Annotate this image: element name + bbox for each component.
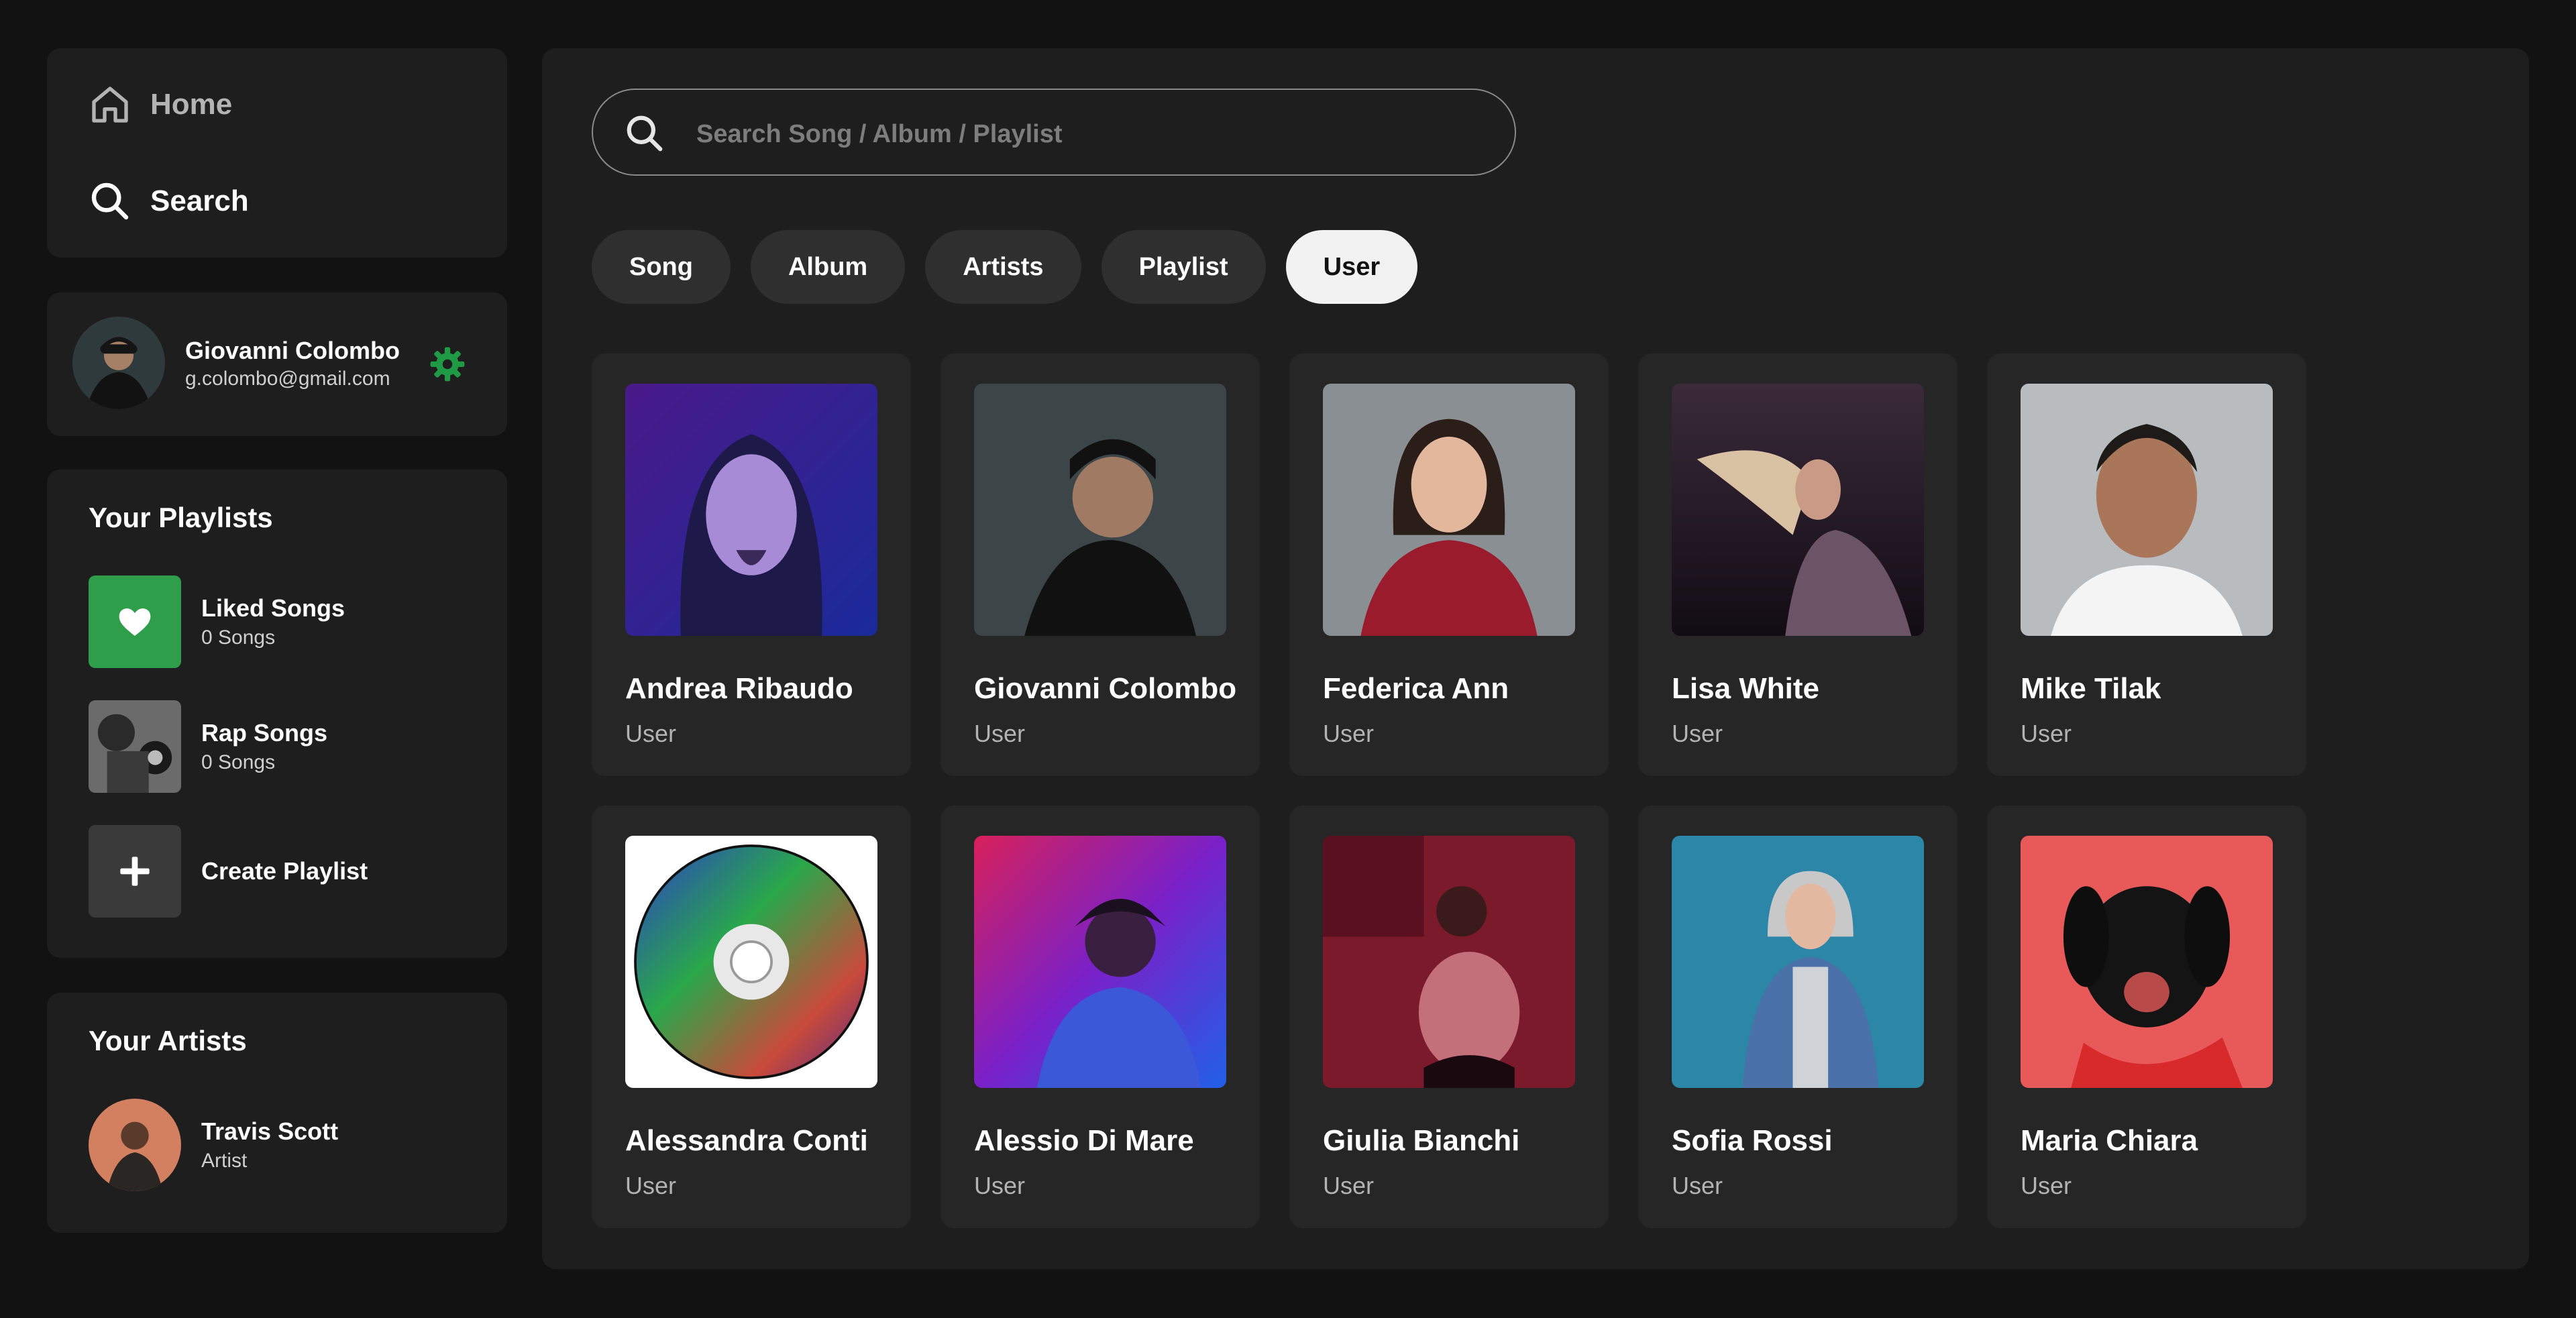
home-icon bbox=[92, 87, 128, 123]
user-name: Alessio Di Mare bbox=[974, 1124, 1194, 1157]
user-photo bbox=[1672, 384, 1924, 636]
user-card[interactable]: Sofia Rossi User bbox=[1638, 806, 1957, 1228]
user-name: Giulia Bianchi bbox=[1323, 1124, 1520, 1157]
user-type: User bbox=[974, 720, 1026, 747]
user-type: User bbox=[2021, 1172, 2072, 1199]
results-grid: Andrea Ribaudo User Giovanni Colombo Use… bbox=[592, 353, 2306, 1228]
user-name: Maria Chiara bbox=[2021, 1124, 2198, 1157]
user-name: Giovanni Colombo bbox=[974, 672, 1237, 705]
nav-home[interactable]: Home bbox=[89, 83, 232, 126]
user-photo bbox=[974, 384, 1226, 636]
user-type: User bbox=[974, 1172, 1026, 1199]
nav-search[interactable]: Search bbox=[89, 180, 249, 223]
user-name: Alessandra Conti bbox=[625, 1124, 868, 1157]
user-name: Lisa White bbox=[1672, 672, 1820, 705]
artist-type: Artist bbox=[201, 1150, 248, 1172]
user-photo bbox=[974, 836, 1226, 1088]
artist-item[interactable]: Travis Scott Artist bbox=[89, 1099, 338, 1191]
create-playlist-thumb bbox=[89, 825, 181, 918]
create-playlist-label: Create Playlist bbox=[201, 857, 368, 885]
liked-songs-thumb bbox=[89, 575, 181, 668]
user-type: User bbox=[2021, 720, 2072, 747]
playlists-panel: Your Playlists Liked Songs 0 Songs Rap S… bbox=[47, 470, 507, 958]
playlist-name: Liked Songs bbox=[201, 594, 345, 622]
user-name: Federica Ann bbox=[1323, 672, 1509, 705]
playlists-title: Your Playlists bbox=[89, 502, 273, 533]
user-card[interactable]: Giovanni Colombo User bbox=[941, 353, 1260, 776]
user-photo bbox=[1323, 384, 1575, 636]
heart-icon bbox=[119, 608, 151, 636]
user-type: User bbox=[1672, 720, 1723, 747]
playlist-name: Rap Songs bbox=[201, 719, 328, 747]
user-card[interactable]: Andrea Ribaudo User bbox=[592, 353, 911, 776]
artists-title: Your Artists bbox=[89, 1025, 247, 1056]
filter-chips: Song Album Artists Playlist User bbox=[592, 230, 1418, 304]
search-input[interactable] bbox=[695, 110, 1476, 158]
filter-chip-artists[interactable]: Artists bbox=[925, 230, 1081, 304]
user-card[interactable]: Federica Ann User bbox=[1289, 353, 1609, 776]
playlist-item-rap-songs[interactable]: Rap Songs 0 Songs bbox=[89, 700, 327, 793]
plus-icon bbox=[120, 857, 150, 886]
user-photo bbox=[1323, 836, 1575, 1088]
gear-icon[interactable] bbox=[428, 345, 467, 384]
playlist-item-liked-songs[interactable]: Liked Songs 0 Songs bbox=[89, 575, 345, 668]
filter-chip-playlist[interactable]: Playlist bbox=[1101, 230, 1266, 304]
artist-avatar bbox=[89, 1099, 181, 1191]
create-playlist-button[interactable]: Create Playlist bbox=[89, 825, 368, 918]
user-card[interactable]: Alessandra Conti User bbox=[592, 806, 911, 1228]
playlist-count: 0 Songs bbox=[201, 626, 276, 649]
profile-email: g.colombo@gmail.com bbox=[185, 368, 390, 390]
nav-panel: Home Search bbox=[47, 48, 507, 258]
user-card[interactable]: Giulia Bianchi User bbox=[1289, 806, 1609, 1228]
user-name: Sofia Rossi bbox=[1672, 1124, 1833, 1157]
user-card[interactable]: Maria Chiara User bbox=[1987, 806, 2306, 1228]
user-card[interactable]: Alessio Di Mare User bbox=[941, 806, 1260, 1228]
user-type: User bbox=[625, 720, 677, 747]
user-card[interactable]: Mike Tilak User bbox=[1987, 353, 2306, 776]
search-icon bbox=[627, 115, 663, 152]
main-panel: Song Album Artists Playlist User Andrea … bbox=[542, 48, 2529, 1269]
user-card[interactable]: Lisa White User bbox=[1638, 353, 1957, 776]
user-type: User bbox=[625, 1172, 677, 1199]
user-type: User bbox=[1323, 720, 1375, 747]
user-photo bbox=[2021, 384, 2273, 636]
user-photo bbox=[625, 836, 877, 1088]
user-type: User bbox=[1672, 1172, 1723, 1199]
filter-chip-user[interactable]: User bbox=[1285, 230, 1418, 304]
filter-chip-song[interactable]: Song bbox=[592, 230, 731, 304]
user-photo bbox=[1672, 836, 1924, 1088]
user-photo bbox=[625, 384, 877, 636]
nav-home-label: Home bbox=[150, 88, 233, 121]
avatar[interactable] bbox=[72, 317, 165, 409]
artist-name: Travis Scott bbox=[201, 1117, 339, 1145]
profile-name: Giovanni Colombo bbox=[185, 337, 400, 364]
user-photo bbox=[2021, 836, 2273, 1088]
user-name: Andrea Ribaudo bbox=[625, 672, 853, 705]
user-type: User bbox=[1323, 1172, 1375, 1199]
nav-search-label: Search bbox=[150, 184, 249, 217]
profile-panel: Giovanni Colombo g.colombo@gmail.com bbox=[47, 292, 507, 436]
search-icon bbox=[91, 182, 129, 220]
filter-chip-album[interactable]: Album bbox=[750, 230, 906, 304]
playlist-count: 0 Songs bbox=[201, 751, 276, 773]
user-name: Mike Tilak bbox=[2021, 672, 2161, 705]
search-bar bbox=[592, 89, 1516, 176]
artists-panel: Your Artists Travis Scott Artist bbox=[47, 993, 507, 1233]
rap-songs-thumb bbox=[89, 700, 181, 793]
